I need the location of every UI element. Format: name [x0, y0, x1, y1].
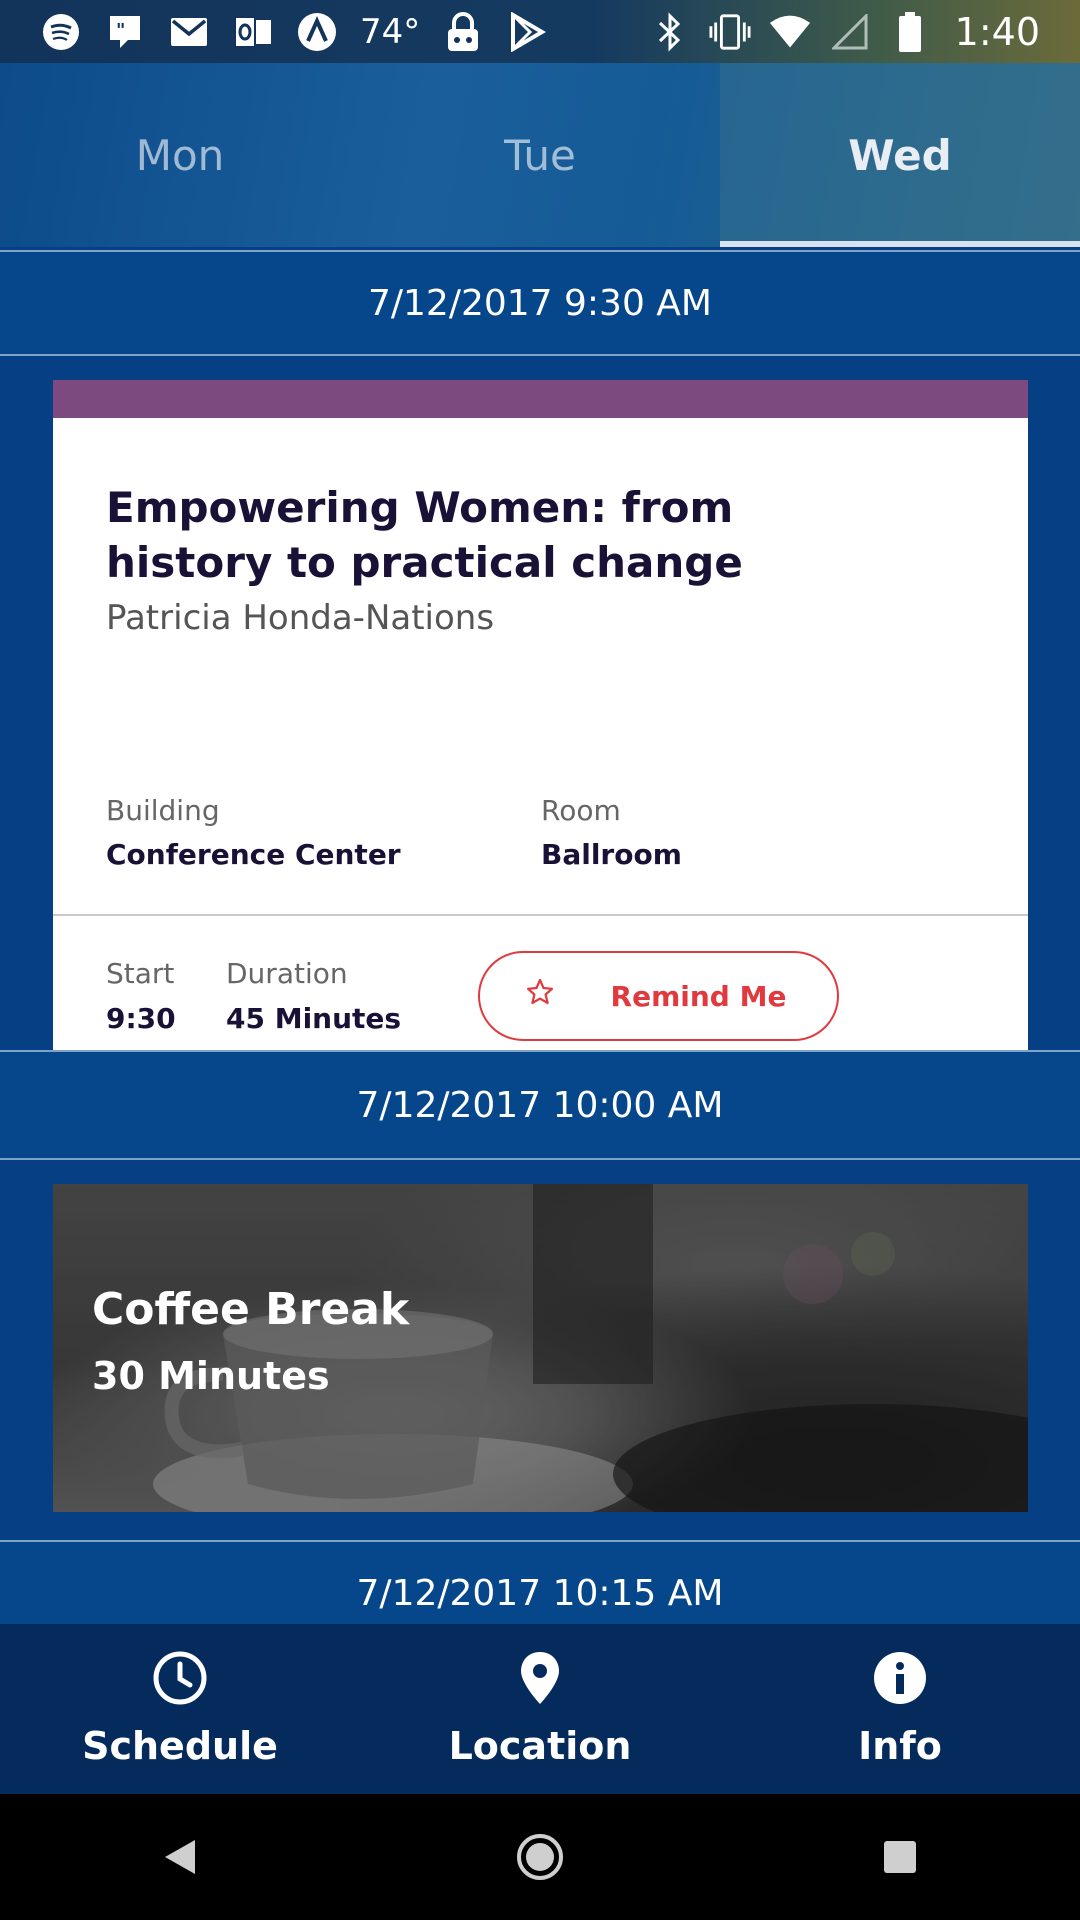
time-slot-header: 7/12/2017 10:15 AM [0, 1540, 1080, 1624]
session-track-stripe [53, 380, 1028, 418]
outlook-icon [232, 11, 274, 53]
building-value: Conference Center [106, 838, 401, 871]
time-slot-header: 7/12/2017 9:30 AM [0, 250, 1080, 356]
duration-label: Duration [226, 957, 348, 990]
home-icon[interactable] [510, 1827, 570, 1887]
card-divider [53, 914, 1028, 916]
vibrate-icon [709, 11, 751, 53]
nav-location-label: Location [448, 1724, 632, 1768]
nav-schedule-label: Schedule [82, 1724, 278, 1768]
clock-text: 1:40 [954, 9, 1040, 54]
nav-info[interactable]: Info [720, 1624, 1080, 1794]
battery-icon [889, 11, 931, 53]
building-label: Building [106, 794, 220, 827]
remind-me-button[interactable]: Remind Me [478, 951, 839, 1041]
status-icons-right: 1:40 [649, 0, 1040, 63]
clock-icon [150, 1648, 210, 1708]
session-title: Empowering Women: from history to practi… [106, 483, 743, 587]
duration-value: 45 Minutes [226, 1002, 402, 1035]
break-title: Coffee Break [92, 1284, 410, 1335]
vpn-lock-icon [442, 11, 484, 53]
room-label: Room [541, 794, 621, 827]
session-card[interactable]: Empowering Women: from history to practi… [53, 380, 1028, 1050]
nav-location[interactable]: Location [360, 1624, 720, 1794]
signal-icon [829, 11, 871, 53]
location-pin-icon [510, 1648, 570, 1708]
day-tabs: Mon Tue Wed [0, 63, 1080, 247]
start-value: 9:30 [106, 1002, 176, 1035]
start-label: Start [106, 957, 175, 990]
temperature-text: 74° [360, 11, 421, 52]
arc-icon [296, 11, 338, 53]
star-outline-icon [480, 977, 600, 1015]
gmail-icon [168, 11, 210, 53]
tab-tue[interactable]: Tue [360, 63, 720, 247]
image-overlay [53, 1184, 1028, 1512]
status-icons-left: " 74° [40, 0, 548, 63]
svg-text:": " [116, 20, 125, 41]
session-speaker: Patricia Honda-Nations [106, 598, 495, 638]
quote-icon: " [104, 11, 146, 53]
status-bar: " 74° 1:40 [0, 0, 1080, 63]
nav-info-label: Info [858, 1724, 942, 1768]
nav-schedule[interactable]: Schedule [0, 1624, 360, 1794]
play-store-icon [506, 11, 548, 53]
recents-icon[interactable] [870, 1827, 930, 1887]
room-value: Ballroom [541, 838, 682, 871]
info-icon [870, 1648, 930, 1708]
tab-mon[interactable]: Mon [0, 63, 360, 247]
wifi-icon [769, 11, 811, 53]
back-icon[interactable] [150, 1827, 210, 1887]
coffee-break-card[interactable]: Coffee Break 30 Minutes [53, 1184, 1028, 1512]
bottom-navigation: Schedule Location Info [0, 1624, 1080, 1794]
break-duration: 30 Minutes [92, 1354, 330, 1398]
system-navigation-bar [0, 1794, 1080, 1920]
tab-wed[interactable]: Wed [720, 63, 1080, 247]
remind-me-label: Remind Me [610, 979, 787, 1013]
time-slot-header: 7/12/2017 10:00 AM [0, 1050, 1080, 1160]
bluetooth-icon [649, 11, 691, 53]
spotify-icon [40, 11, 82, 53]
